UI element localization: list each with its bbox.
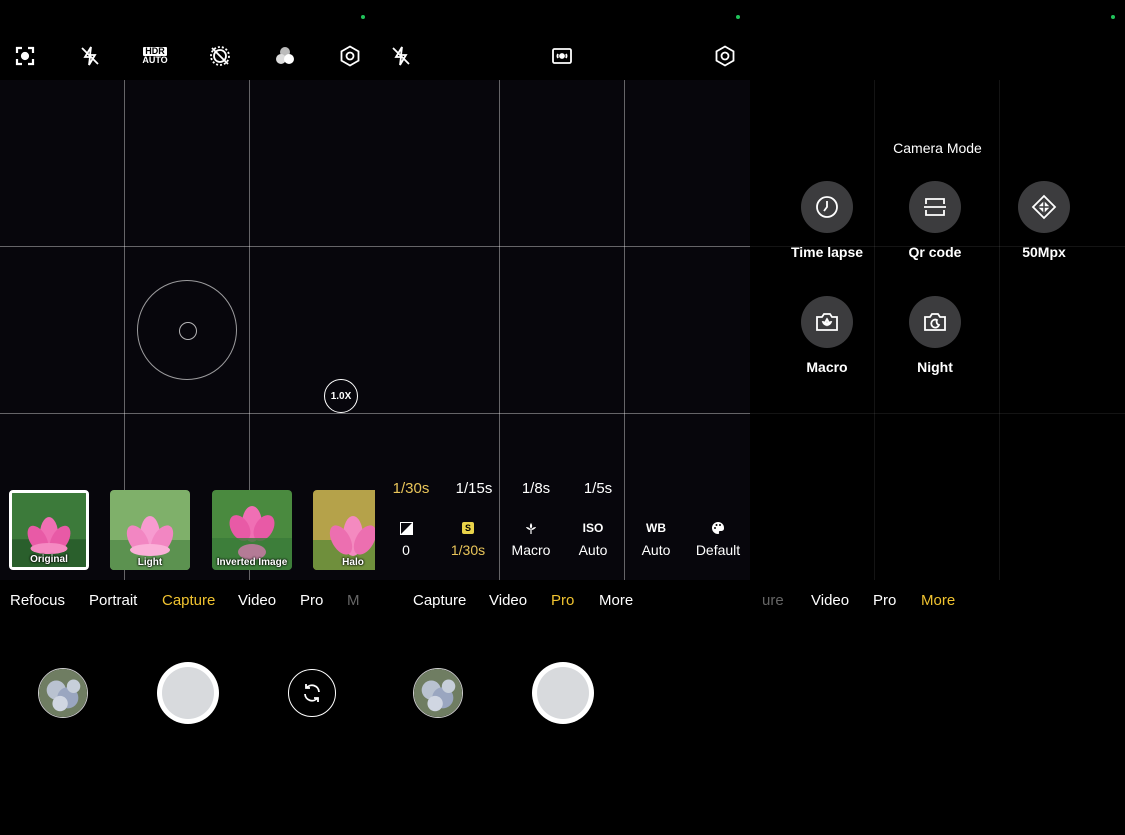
mode-video[interactable]: Video — [238, 592, 276, 609]
exposure-value: 0 — [402, 542, 410, 558]
focus-point — [179, 322, 197, 340]
mode-refocus[interactable]: Refocus — [10, 592, 65, 609]
camera-mode-time-lapse[interactable]: Time lapse — [777, 181, 877, 260]
iso-icon: ISO — [582, 521, 604, 535]
grid-line — [624, 80, 625, 580]
gallery-thumbnail[interactable] — [38, 668, 88, 718]
mode-bar: Capture Video Pro More — [375, 592, 750, 614]
camera-mode-macro[interactable]: Macro — [777, 296, 877, 375]
focus-ring[interactable] — [137, 280, 237, 380]
mode-capture[interactable]: ure — [762, 592, 784, 609]
filter-label: Halo — [342, 557, 364, 568]
shutter-speed-option[interactable]: 1/8s — [506, 480, 566, 497]
grid-line — [375, 246, 750, 247]
shutter-speed-option[interactable]: 1/15s — [444, 480, 504, 497]
mode-pro[interactable]: Pro — [551, 592, 574, 609]
filter-label: Original — [30, 554, 68, 565]
color-profile-value: Default — [695, 542, 741, 558]
shutter-s-icon: S — [462, 522, 474, 534]
grid-line — [0, 246, 375, 247]
flash-off-icon[interactable] — [387, 42, 415, 70]
switch-camera-icon — [304, 684, 320, 702]
mode-more[interactable]: More — [599, 592, 633, 609]
status-indicator — [1111, 15, 1115, 19]
focus-macro-icon — [500, 520, 562, 536]
pro-screen: 1/30s 1/15s 1/8s 1/5s 0 S 1/30s Macro IS… — [375, 0, 750, 835]
mode-capture[interactable]: Capture — [162, 592, 215, 609]
grid-line — [499, 80, 500, 580]
shutter-button[interactable] — [532, 662, 594, 724]
status-indicator — [361, 15, 365, 19]
camera-mode-label: Night — [917, 359, 953, 375]
flash-off-icon[interactable] — [76, 42, 104, 70]
mode-pro[interactable]: Pro — [300, 592, 323, 609]
mode-video[interactable]: Video — [489, 592, 527, 609]
grid-line — [0, 413, 375, 414]
viewfinder[interactable] — [375, 80, 750, 580]
exposure-icon — [375, 520, 437, 536]
filter-strip: Original Light Inverted Image Halo — [0, 490, 375, 572]
hdr-auto-icon[interactable]: HDR AUTO — [141, 42, 169, 70]
filter-original[interactable]: Original — [9, 490, 89, 570]
mode-more[interactable]: More — [921, 592, 955, 609]
zoom-button[interactable]: 1.0X — [324, 379, 358, 413]
gallery-thumbnail[interactable] — [413, 668, 463, 718]
macro-flower-icon — [816, 313, 838, 331]
more-modes-screen: Camera Mode Time lapse Qr code 50Mpx Mac… — [750, 0, 1125, 835]
wb-value: Auto — [641, 542, 671, 558]
mode-bar: Refocus Portrait Capture Video Pro M — [0, 592, 375, 614]
camera-mode-night[interactable]: Night — [885, 296, 985, 375]
color-profile-control[interactable]: Default — [687, 520, 749, 558]
settings-icon[interactable] — [711, 42, 739, 70]
shutter-value: 1/30s — [450, 542, 486, 558]
qr-scan-icon — [924, 198, 946, 216]
live-photo-off-icon[interactable] — [206, 42, 234, 70]
camera-mode-label: 50Mpx — [1022, 244, 1066, 260]
camera-mode-label: Macro — [806, 359, 848, 375]
mode-portrait[interactable]: Portrait — [89, 592, 137, 609]
status-indicator — [736, 15, 740, 19]
iso-control[interactable]: ISO Auto — [562, 520, 624, 558]
camera-mode-qr-code[interactable]: Qr code — [885, 181, 985, 260]
grid-line — [750, 413, 1125, 414]
night-moon-icon — [924, 313, 946, 331]
filter-halo[interactable]: Halo — [313, 490, 375, 570]
shutter-button[interactable] — [157, 662, 219, 724]
filter-light[interactable]: Light — [110, 490, 190, 570]
capture-screen: HDR AUTO 1.0X Original Light Inverted Im… — [0, 0, 375, 835]
camera-mode-50mpx[interactable]: 50Mpx — [994, 181, 1094, 260]
settings-icon[interactable] — [336, 42, 364, 70]
switch-camera-button[interactable] — [288, 669, 336, 717]
filter-label: Light — [137, 557, 163, 568]
filter-label: Inverted Image — [216, 557, 288, 568]
camera-mode-label: Time lapse — [790, 244, 864, 260]
shutter-speed-option[interactable]: 1/5s — [568, 480, 628, 497]
metering-icon[interactable] — [548, 42, 576, 70]
grid-line — [375, 413, 750, 414]
wb-icon: WB — [646, 521, 666, 535]
palette-icon — [687, 520, 749, 536]
mode-bar: ure Video Pro More — [750, 592, 1125, 614]
exposure-control[interactable]: 0 — [375, 520, 437, 558]
iso-value: Auto — [578, 542, 608, 558]
mode-video[interactable]: Video — [811, 592, 849, 609]
focus-value: Macro — [511, 542, 551, 558]
diamond-grid-icon — [1031, 194, 1057, 220]
camera-mode-title: Camera Mode — [893, 140, 982, 156]
shutter-control[interactable]: S 1/30s — [437, 520, 499, 558]
shutter-speed-option[interactable]: 1/30s — [381, 480, 441, 497]
focus-control[interactable]: Macro — [500, 520, 562, 558]
wb-control[interactable]: WB Auto — [625, 520, 687, 558]
mode-capture[interactable]: Capture — [413, 592, 466, 609]
mode-pro[interactable]: Pro — [873, 592, 896, 609]
focus-lens-icon[interactable] — [11, 42, 39, 70]
camera-mode-label: Qr code — [908, 244, 962, 260]
mode-more[interactable]: M — [347, 592, 360, 609]
timer-icon — [816, 196, 838, 218]
filter-inverted-image[interactable]: Inverted Image — [212, 490, 292, 570]
filter-icon[interactable] — [271, 42, 299, 70]
